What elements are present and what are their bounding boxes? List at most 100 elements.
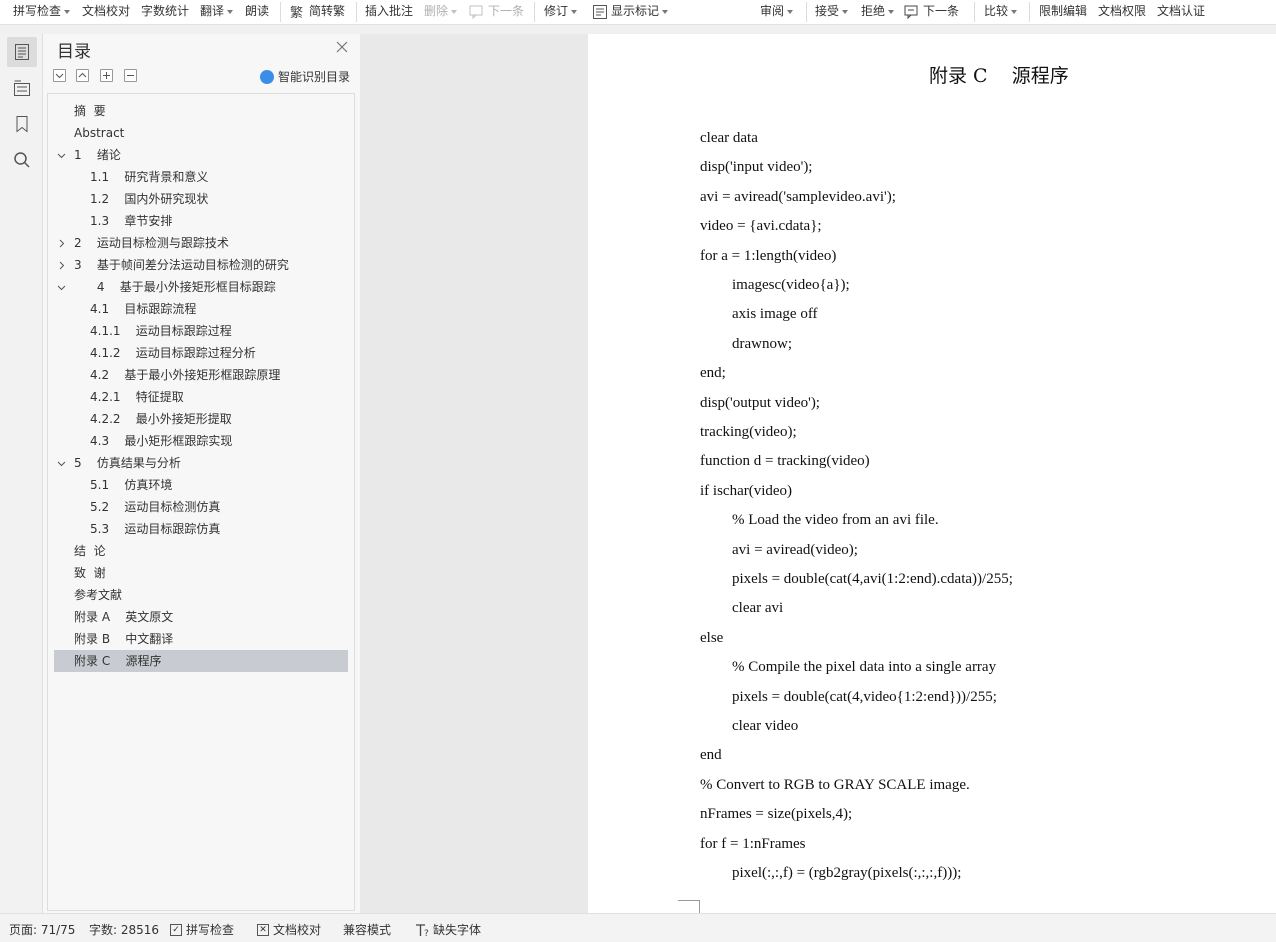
review-label: 审阅 [760,4,785,18]
toc-item[interactable]: 5.2 运动目标检测仿真 [54,496,348,518]
toc-item[interactable]: 1.1 研究背景和意义 [54,166,348,188]
toc-item[interactable]: 4.2 基于最小外接矩形框跟踪原理 [54,364,348,386]
close-toc-button[interactable] [335,40,349,54]
missing-fonts-button[interactable]: ? 缺失字体 [415,921,481,939]
toc-item[interactable]: 5 仿真结果与分析 [54,452,348,474]
status-bar: 页面: 71/75 字数: 28516 ✓ 拼写检查 ✕ 文档校对 兼容模式 ? 缺失… [0,913,1276,942]
toc-item[interactable]: 附录 A 英文原文 [54,606,348,628]
add-level-button[interactable] [100,69,113,82]
delete-comment-button[interactable]: 删除 [424,2,458,21]
toc-item[interactable]: 结 论 [54,540,348,562]
code-line: clear video [732,718,799,734]
toc-item-label: 2 运动目标检测与跟踪技术 [74,236,229,250]
toc-item[interactable]: 1.3 章节安排 [54,210,348,232]
chevron-down-icon[interactable] [56,276,66,298]
page-indicator[interactable]: 页面: 71/75 [9,921,75,938]
review-button[interactable]: 审阅 [760,2,794,21]
next-comment-button[interactable]: 下一条 [469,2,524,21]
convert-simple-button[interactable]: 繁简转繁 [290,2,345,21]
toc-item[interactable]: 参考文献 [54,584,348,606]
chevron-down-icon[interactable] [56,452,66,474]
status-doc-proof[interactable]: ✕ 文档校对 [257,921,321,938]
outline-icon [14,80,30,96]
toc-item[interactable]: 4.3 最小矩形框跟踪实现 [54,430,348,452]
remove-level-button[interactable] [124,69,137,82]
bookmark-panel-button[interactable] [7,109,37,139]
toc-item-label: 参考文献 [74,588,123,602]
toc-item[interactable]: 4 基于最小外接矩形框目标跟踪 [54,276,348,298]
convert-simple-label: 简转繁 [309,4,346,18]
toc-item[interactable]: 4.1.1 运动目标跟踪过程 [54,320,348,342]
document-page[interactable]: 附录 C 源程序 clear data disp('input video'); a… [588,34,1276,914]
toc-panel-button[interactable] [7,37,37,67]
toc-item[interactable]: Abstract [54,122,348,144]
toc-item[interactable]: 1 绪论 [54,144,348,166]
toc-item[interactable]: 5.3 运动目标跟踪仿真 [54,518,348,540]
code-line: avi = aviread(video); [732,541,858,558]
chevron-down-icon [787,9,794,14]
smart-toc-icon [260,69,274,84]
toolbar-divider [280,2,281,22]
outline-panel-button[interactable] [7,73,37,103]
toc-item[interactable]: 1.2 国内外研究现状 [54,188,348,210]
chevron-down-icon [842,9,849,14]
expand-all-button[interactable] [53,69,66,82]
chevron-down-icon [64,9,71,14]
status-spell-check[interactable]: ✓ 拼写检查 [170,921,234,938]
toc-item[interactable]: 5.1 仿真环境 [54,474,348,496]
navigation-rail [0,34,43,913]
code-line: pixels = double(cat(4,video{1:2:end}))/2… [732,688,997,705]
read-aloud-button[interactable]: 朗读 [245,2,269,21]
next-change-icon [904,5,918,19]
restrict-edit-button[interactable]: 限制编辑 [1039,2,1087,21]
toc-panel: 目录 智能识别目录 摘 要 Abstract 1 绪论 1.1 研究背景和意义 1.2 … [43,34,360,913]
search-panel-button[interactable] [7,145,37,175]
doc-permission-button[interactable]: 文档权限 [1098,2,1146,21]
reject-button[interactable]: 拒绝 [861,2,895,21]
chevron-down-icon [227,9,234,14]
code-line: nFrames = size(pixels,4); [700,806,853,823]
toc-list: 摘 要 Abstract 1 绪论 1.1 研究背景和意义 1.2 国内外研究现状 1.3… [47,93,355,911]
collapse-all-button[interactable] [76,69,89,82]
insert-comment-button[interactable]: 插入批注 [365,2,413,21]
chevron-down-icon [451,9,458,14]
toc-item-label: 1.3 章节安排 [90,214,173,228]
word-count-indicator[interactable]: 字数: 28516 [89,921,159,938]
status-spell-check-label: 拼写检查 [186,923,235,937]
toc-item[interactable]: 附录 B 中文翻译 [54,628,348,650]
toc-item[interactable]: 4.1.2 运动目标跟踪过程分析 [54,342,348,364]
chevron-down-icon [888,9,895,14]
code-line: axis image off [732,306,818,323]
toc-item[interactable]: 4.2.1 特征提取 [54,386,348,408]
next-change-button[interactable]: 下一条 [904,2,959,21]
spell-check-button[interactable]: 拼写检查 [13,2,71,21]
chevron-right-icon[interactable] [56,254,66,276]
doc-proof-button[interactable]: 文档校对 [82,2,130,21]
accept-label: 接受 [815,4,840,18]
doc-cert-button[interactable]: 文档认证 [1157,2,1205,21]
toc-item[interactable]: 4.2.2 最小外接矩形提取 [54,408,348,430]
toc-item-label: 致 谢 [74,566,106,580]
code-line: end [700,747,722,764]
accept-button[interactable]: 接受 [815,2,849,21]
chevron-down-icon[interactable] [56,144,66,166]
toc-item[interactable]: 摘 要 [54,100,348,122]
compare-button[interactable]: 比较 [984,2,1018,21]
toc-item[interactable]: 附录 C 源程序 [54,650,348,672]
toc-item-label: 5.3 运动目标跟踪仿真 [90,522,221,536]
smart-toc-button[interactable]: 智能识别目录 [260,68,350,85]
toc-item[interactable]: 4.1 目标跟踪流程 [54,298,348,320]
chevron-right-icon[interactable] [56,232,66,254]
toc-item-label: 4.2.1 特征提取 [90,390,184,404]
translate-button[interactable]: 翻译 [200,2,234,21]
word-count-button[interactable]: 字数统计 [141,2,189,21]
toc-item-label: 4.1.1 运动目标跟踪过程 [90,324,232,338]
toc-item[interactable]: 致 谢 [54,562,348,584]
toc-item[interactable]: 2 运动目标检测与跟踪技术 [54,232,348,254]
code-line: disp('output video'); [700,394,820,411]
toc-item-label: 结 论 [74,544,106,558]
revise-button[interactable]: 修订 [544,2,578,21]
code-line: else [700,629,724,646]
toc-item[interactable]: 3 基于帧间差分法运动目标检测的研究 [54,254,348,276]
show-marks-button[interactable]: 显示标记 [592,2,669,21]
